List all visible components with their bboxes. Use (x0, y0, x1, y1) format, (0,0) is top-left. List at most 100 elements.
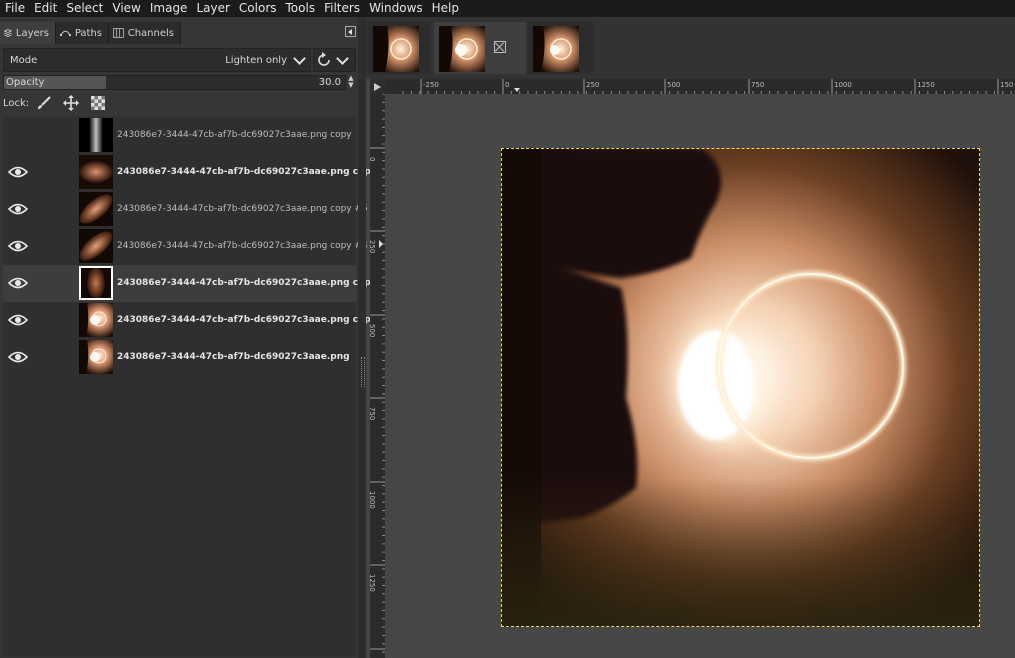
dock-tabs: Layers Paths Channels (0, 22, 358, 44)
menu-view[interactable]: View (107, 0, 144, 17)
visibility-toggle[interactable] (8, 128, 28, 142)
opacity-spinner[interactable]: ▲ ▼ (346, 75, 356, 90)
image-tab-thumbnail (533, 26, 579, 72)
layer-row[interactable]: 243086e7-3444-47cb-af7b-dc69027c3aae.png… (3, 191, 368, 228)
image-tabs (366, 17, 1015, 79)
layer-row[interactable]: 243086e7-3444-47cb-af7b-dc69027c3aae.png… (3, 154, 393, 191)
ruler-label: 250 (586, 81, 599, 89)
ruler-label: 1000 (834, 81, 852, 89)
layers-icon (4, 29, 12, 37)
mode-label: Mode (10, 54, 38, 66)
ruler-label: 1250 (917, 81, 935, 89)
tab-paths[interactable]: Paths (56, 22, 109, 44)
menu-help[interactable]: Help (427, 0, 463, 17)
layer-thumbnail (79, 266, 113, 300)
ruler-label: 0 (370, 157, 376, 161)
ruler-corner-button[interactable] (370, 79, 385, 94)
menu-select[interactable]: Select (61, 0, 107, 17)
layer-name: 243086e7-3444-47cb-af7b-dc69027c3aae.png… (117, 204, 368, 214)
eye-icon[interactable] (7, 239, 29, 253)
reset-icon (318, 52, 330, 66)
lock-row: Lock: (3, 94, 106, 112)
image-tab-3[interactable] (528, 22, 594, 74)
lock-alpha-button[interactable] (91, 96, 106, 110)
move-icon (63, 95, 80, 111)
layer-row[interactable]: 243086e7-3444-47cb-af7b-dc69027c3aae.png… (3, 228, 368, 265)
channels-icon (113, 28, 124, 38)
tab-layers[interactable]: Layers (0, 22, 56, 44)
canvas-area[interactable] (385, 94, 1015, 658)
mode-value: Lighten only (225, 54, 287, 66)
layer-list: 243086e7-3444-47cb-af7b-dc69027c3aae.png… (3, 117, 393, 657)
ruler-label: 150 (1000, 81, 1013, 89)
tab-channels-label: Channels (127, 27, 174, 39)
image-tab-thumbnail (439, 26, 485, 72)
image-tab-thumbnail (373, 26, 419, 72)
layer-row[interactable]: 243086e7-3444-47cb-af7b-dc69027c3aae.png… (3, 265, 393, 302)
tab-layers-label: Layers (15, 27, 49, 39)
menu-image[interactable]: Image (145, 0, 192, 17)
ruler-label: 750 (370, 407, 376, 420)
opacity-value: 30.0 (318, 77, 341, 88)
layers-dock: Layers Paths Channels Mode Lighten only … (0, 17, 393, 658)
close-tab-icon[interactable] (494, 41, 506, 53)
dock-menu-button[interactable] (345, 26, 356, 37)
layer-thumbnail (79, 303, 113, 337)
layer-row[interactable]: 243086e7-3444-47cb-af7b-dc69027c3aae.png… (3, 117, 356, 154)
layer-name: 243086e7-3444-47cb-af7b-dc69027c3aae.png… (117, 241, 368, 251)
layer-name: 243086e7-3444-47cb-af7b-dc69027c3aae.png… (117, 315, 394, 325)
layer-thumbnail (79, 192, 113, 226)
checkerboard-icon (91, 96, 106, 110)
chevron-down-icon (293, 51, 306, 65)
layer-thumbnail (79, 340, 113, 374)
layer-row[interactable]: 243086e7-3444-47cb-af7b-dc69027c3aae.png (3, 339, 356, 376)
image-tab-2-active[interactable] (434, 22, 526, 74)
mode-switch-button[interactable] (313, 48, 356, 72)
layer-thumbnail (79, 229, 113, 263)
tab-channels[interactable]: Channels (109, 22, 181, 44)
horizontal-ruler[interactable]: -250 0 250 500 750 1000 1250 150 (385, 79, 1015, 94)
eye-icon[interactable] (7, 350, 29, 364)
ruler-label: 500 (370, 324, 376, 337)
image-tab-1[interactable] (368, 22, 430, 74)
layer-name: 243086e7-3444-47cb-af7b-dc69027c3aae.png… (117, 130, 352, 140)
chevron-down-icon (336, 51, 349, 65)
selection-border (501, 148, 980, 627)
eye-icon[interactable] (7, 276, 29, 290)
mode-select[interactable]: Mode Lighten only (3, 48, 311, 72)
opacity-slider[interactable]: Opacity 30.0 (3, 75, 346, 90)
lock-label: Lock: (3, 97, 30, 109)
menu-file[interactable]: File (0, 0, 29, 17)
layer-name: 243086e7-3444-47cb-af7b-dc69027c3aae.png… (117, 167, 394, 177)
paintbrush-icon (38, 96, 51, 109)
eye-icon[interactable] (7, 165, 29, 179)
menu-filters[interactable]: Filters (319, 0, 364, 17)
ruler-label: 500 (667, 81, 680, 89)
ruler-label: 1000 (370, 491, 376, 509)
ruler-label: 0 (505, 81, 509, 89)
layer-name: 243086e7-3444-47cb-af7b-dc69027c3aae.png (117, 352, 350, 362)
layer-name: 243086e7-3444-47cb-af7b-dc69027c3aae.png… (117, 278, 394, 288)
paths-icon (60, 30, 71, 37)
menu-windows[interactable]: Windows (364, 0, 427, 17)
ruler-label: -250 (423, 81, 439, 89)
ruler-label: 750 (751, 81, 764, 89)
opacity-label: Opacity (6, 77, 45, 88)
ruler-label: 1250 (370, 574, 376, 592)
eye-icon[interactable] (7, 202, 29, 216)
layer-thumbnail (79, 118, 113, 152)
dock-divider[interactable] (358, 17, 366, 658)
lock-pixels-button[interactable] (37, 96, 51, 110)
layer-thumbnail (79, 155, 113, 189)
menu-tools[interactable]: Tools (281, 0, 320, 17)
eye-icon[interactable] (7, 313, 29, 327)
tab-paths-label: Paths (74, 27, 102, 39)
menu-colors[interactable]: Colors (234, 0, 281, 17)
ruler-label: 250 (370, 240, 376, 253)
menu-layer[interactable]: Layer (191, 0, 233, 17)
layer-row[interactable]: 243086e7-3444-47cb-af7b-dc69027c3aae.png… (3, 302, 393, 339)
vertical-ruler[interactable]: 025050075010001250150 (370, 94, 385, 658)
menubar: File Edit Select View Image Layer Colors Tools F… (0, 0, 1015, 17)
lock-position-button[interactable] (63, 95, 80, 111)
menu-edit[interactable]: Edit (29, 0, 61, 17)
